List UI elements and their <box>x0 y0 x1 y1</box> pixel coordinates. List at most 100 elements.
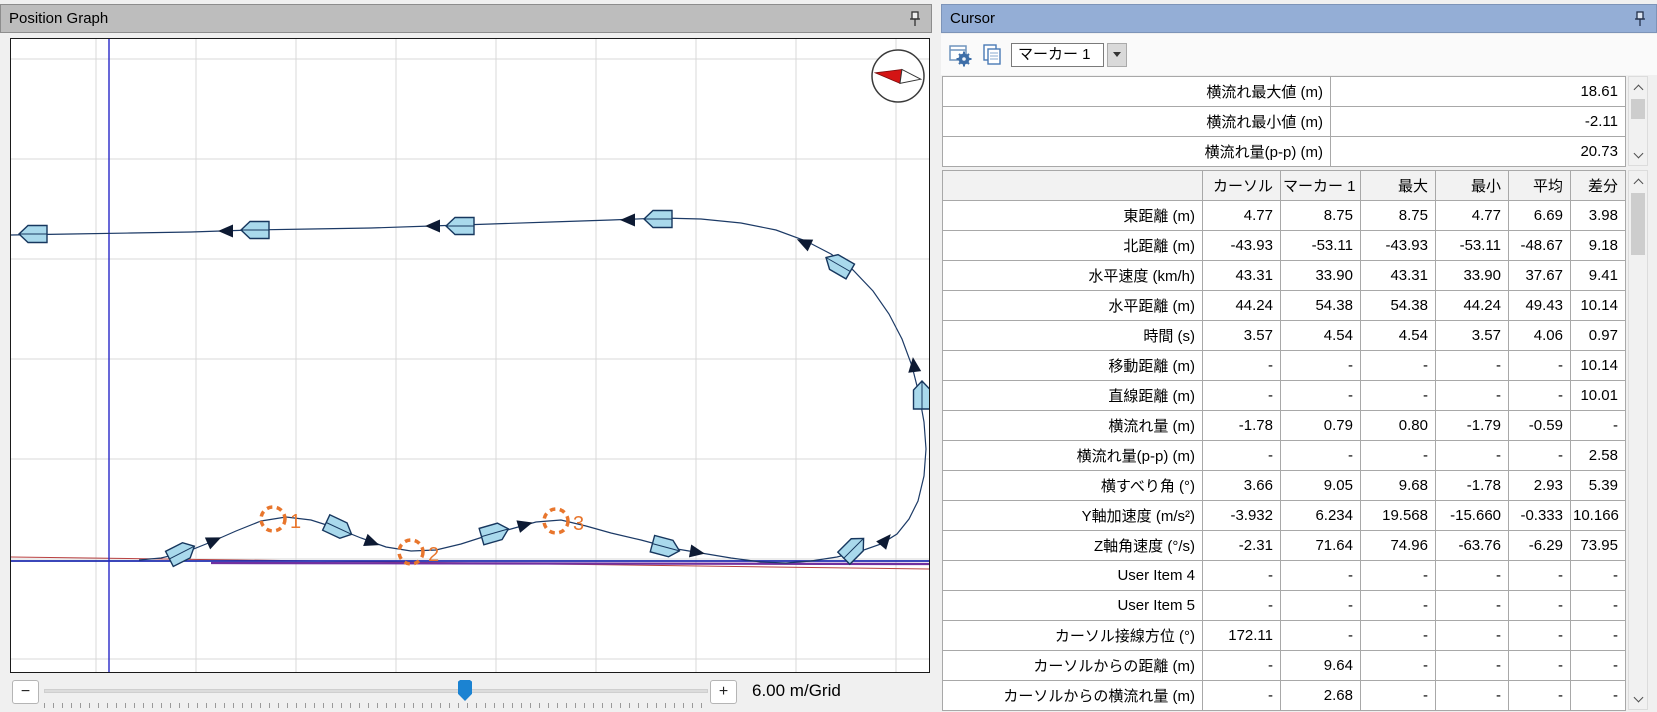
stats-cell[interactable]: 10.01 <box>1571 381 1626 411</box>
stats-row-label[interactable]: カーソルからの横流れ量 (m) <box>943 681 1203 711</box>
stats-cell[interactable]: 9.68 <box>1361 471 1436 501</box>
stats-cell[interactable]: 0.97 <box>1571 321 1626 351</box>
stats-cell[interactable]: - <box>1361 651 1436 681</box>
stats-row-label[interactable]: 横すべり角 (°) <box>943 471 1203 501</box>
stats-cell[interactable]: - <box>1436 381 1509 411</box>
stats-cell[interactable]: 4.54 <box>1361 321 1436 351</box>
stats-row-label[interactable]: 横流れ量 (m) <box>943 411 1203 441</box>
stats-cell[interactable]: -1.79 <box>1436 411 1509 441</box>
stats-row-label[interactable]: 東距離 (m) <box>943 201 1203 231</box>
scroll-down-button[interactable] <box>1629 145 1647 165</box>
stats-cell[interactable]: 172.11 <box>1203 621 1281 651</box>
stats-cell[interactable]: - <box>1361 591 1436 621</box>
stats-cell[interactable]: - <box>1436 651 1509 681</box>
stats-cell[interactable]: - <box>1281 381 1361 411</box>
stats-cell[interactable]: 9.41 <box>1571 261 1626 291</box>
zoom-in-button[interactable]: + <box>710 680 737 704</box>
stats-cell[interactable]: - <box>1436 441 1509 471</box>
pin-icon[interactable] <box>1632 10 1648 28</box>
graph-settings-icon[interactable] <box>946 42 973 68</box>
stats-cell[interactable]: - <box>1361 381 1436 411</box>
stats-cell[interactable]: 8.75 <box>1361 201 1436 231</box>
position-graph-plot[interactable]: 1 2 3 <box>10 38 930 673</box>
stats-row-label[interactable]: 横流れ量(p-p) (m) <box>943 441 1203 471</box>
stats-cell[interactable]: - <box>1203 591 1281 621</box>
stats-cell[interactable]: 54.38 <box>1361 291 1436 321</box>
stats-cell[interactable]: 74.96 <box>1361 531 1436 561</box>
stats-cell[interactable]: - <box>1509 651 1571 681</box>
stats-cell[interactable]: -43.93 <box>1361 231 1436 261</box>
stats-cell[interactable]: 2.93 <box>1509 471 1571 501</box>
stats-cell[interactable]: 3.98 <box>1571 201 1626 231</box>
stats-cell[interactable]: 43.31 <box>1203 261 1281 291</box>
stats-cell[interactable]: - <box>1436 591 1509 621</box>
stats-cell[interactable]: -0.333 <box>1509 501 1571 531</box>
stats-cell[interactable]: - <box>1203 651 1281 681</box>
stats-cell[interactable]: 5.39 <box>1571 471 1626 501</box>
stats-cell[interactable]: -48.67 <box>1509 231 1571 261</box>
stats-cell[interactable]: -0.59 <box>1509 411 1571 441</box>
stats-cell[interactable]: - <box>1509 351 1571 381</box>
stats-cell[interactable]: 3.66 <box>1203 471 1281 501</box>
stats-cell[interactable]: - <box>1571 591 1626 621</box>
stats-cell[interactable]: - <box>1361 351 1436 381</box>
stats-cell[interactable]: -43.93 <box>1203 231 1281 261</box>
stats-row-label[interactable]: 時間 (s) <box>943 321 1203 351</box>
stats-cell[interactable]: -1.78 <box>1203 411 1281 441</box>
stats-cell[interactable]: - <box>1571 561 1626 591</box>
stats-cell[interactable]: 0.79 <box>1281 411 1361 441</box>
stats-row-label[interactable]: カーソル接線方位 (°) <box>943 621 1203 651</box>
stats-cell[interactable]: - <box>1203 561 1281 591</box>
marker-select[interactable]: マーカー 1 <box>1011 43 1104 67</box>
grid-scale-slider-thumb[interactable] <box>458 680 472 701</box>
scroll-down-button[interactable] <box>1629 689 1647 709</box>
stats-row-label[interactable]: User Item 4 <box>943 561 1203 591</box>
stats-cell[interactable]: 4.77 <box>1436 201 1509 231</box>
stats-row-label[interactable]: 直線距離 (m) <box>943 381 1203 411</box>
zoom-out-button[interactable]: − <box>12 680 39 704</box>
stats-row-label[interactable]: 水平距離 (m) <box>943 291 1203 321</box>
marker-2[interactable]: 2 <box>399 540 439 566</box>
stats-cell[interactable]: - <box>1281 591 1361 621</box>
stats-cell[interactable]: - <box>1509 681 1571 711</box>
scroll-up-button[interactable] <box>1629 77 1647 97</box>
stats-row-label[interactable]: 移動距離 (m) <box>943 351 1203 381</box>
summary-value[interactable]: 18.61 <box>1331 77 1626 107</box>
stats-cell[interactable]: 9.64 <box>1281 651 1361 681</box>
stats-cell[interactable]: 49.43 <box>1509 291 1571 321</box>
stats-cell[interactable]: -53.11 <box>1281 231 1361 261</box>
copy-icon[interactable] <box>978 42 1005 68</box>
stats-cell[interactable]: 9.05 <box>1281 471 1361 501</box>
stats-row-label[interactable]: Z軸角速度 (°/s) <box>943 531 1203 561</box>
stats-cell[interactable]: -3.932 <box>1203 501 1281 531</box>
stats-cell[interactable]: - <box>1361 681 1436 711</box>
stats-cell[interactable]: - <box>1203 381 1281 411</box>
stats-cell[interactable]: - <box>1571 411 1626 441</box>
summary-value[interactable]: -2.11 <box>1331 107 1626 137</box>
stats-cell[interactable]: - <box>1203 681 1281 711</box>
stats-cell[interactable]: - <box>1281 441 1361 471</box>
stats-cell[interactable]: 4.54 <box>1281 321 1361 351</box>
stats-cell[interactable]: 54.38 <box>1281 291 1361 321</box>
pin-icon[interactable] <box>907 10 923 28</box>
stats-cell[interactable]: 2.68 <box>1281 681 1361 711</box>
stats-cell[interactable]: 73.95 <box>1571 531 1626 561</box>
stats-cell[interactable]: 9.18 <box>1571 231 1626 261</box>
stats-cell[interactable]: - <box>1361 621 1436 651</box>
stats-cell[interactable]: 10.14 <box>1571 351 1626 381</box>
stats-cell[interactable]: -2.31 <box>1203 531 1281 561</box>
stats-cell[interactable]: 6.234 <box>1281 501 1361 531</box>
summary-scrollbar[interactable] <box>1628 76 1648 166</box>
summary-value[interactable]: 20.73 <box>1331 137 1626 167</box>
stats-cell[interactable]: - <box>1281 351 1361 381</box>
stats-cell[interactable]: 33.90 <box>1281 261 1361 291</box>
stats-cell[interactable]: - <box>1509 381 1571 411</box>
stats-row-label[interactable]: User Item 5 <box>943 591 1203 621</box>
stats-cell[interactable]: 33.90 <box>1436 261 1509 291</box>
stats-cell[interactable]: 19.568 <box>1361 501 1436 531</box>
stats-row-label[interactable]: Y軸加速度 (m/s²) <box>943 501 1203 531</box>
stats-cell[interactable]: -1.78 <box>1436 471 1509 501</box>
stats-row-label[interactable]: カーソルからの距離 (m) <box>943 651 1203 681</box>
stats-cell[interactable]: - <box>1203 441 1281 471</box>
stats-cell[interactable]: 2.58 <box>1571 441 1626 471</box>
